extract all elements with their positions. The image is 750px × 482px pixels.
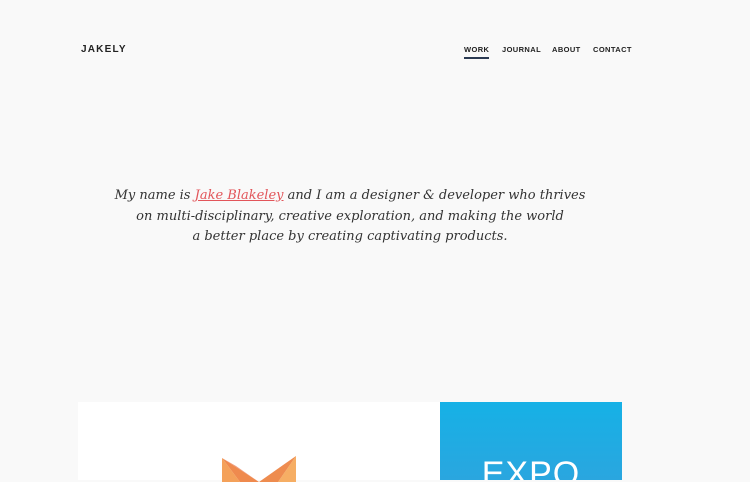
nav-item-work[interactable]: WORK: [464, 45, 490, 59]
intro-line-2: on multi-disciplinary, creative explorat…: [136, 208, 564, 224]
portfolio-card-m[interactable]: [78, 402, 440, 482]
nav-item-journal[interactable]: JOURNAL: [502, 45, 541, 55]
expo-title: EXPO: [481, 455, 581, 480]
intro-line-3: a better place by creating captivating p…: [192, 229, 508, 244]
portfolio-card-expo[interactable]: EXPO: [440, 402, 622, 480]
main-nav: WORK JOURNAL ABOUT CONTACT: [0, 45, 750, 65]
nav-item-contact[interactable]: CONTACT: [593, 45, 632, 55]
name-link[interactable]: Jake Blakeley: [195, 188, 284, 203]
intro-line-1: My name is Jake Blakeley and I am a desi…: [114, 188, 586, 203]
m-logo-icon: [222, 456, 296, 482]
nav-item-about[interactable]: ABOUT: [552, 45, 581, 55]
intro-text: My name is Jake Blakeley and I am a desi…: [100, 186, 600, 248]
